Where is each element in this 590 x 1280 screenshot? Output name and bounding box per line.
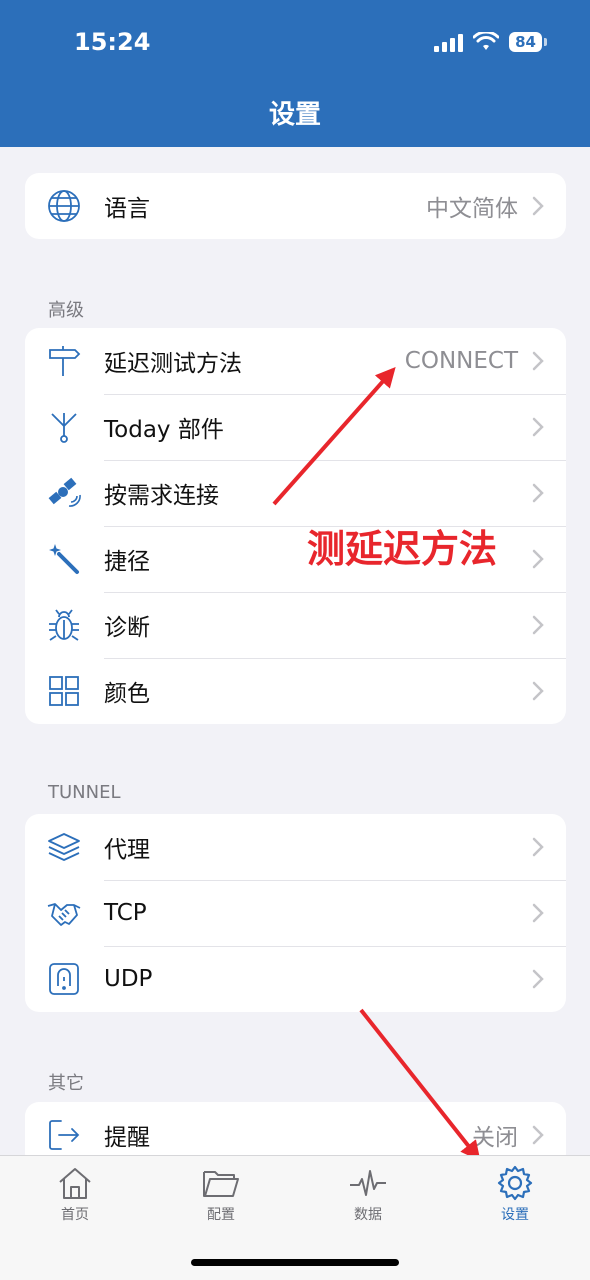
chevron-right-icon <box>532 615 544 635</box>
row-label: TCP <box>104 900 147 926</box>
section-header-other: 其它 <box>48 1073 84 1094</box>
signpost-icon <box>47 344 81 378</box>
tab-data[interactable]: 数据 <box>318 1164 418 1224</box>
exit-icon <box>47 1118 81 1152</box>
row-label: UDP <box>104 966 153 992</box>
grid-icon <box>47 674 81 708</box>
chevron-right-icon <box>532 417 544 437</box>
gear-icon <box>465 1164 565 1202</box>
row-value: CONNECT <box>404 348 518 374</box>
chevron-right-icon <box>532 1125 544 1145</box>
row-label: 提醒 <box>104 1125 150 1151</box>
chevron-right-icon <box>532 549 544 569</box>
row-label: 按需求连接 <box>104 483 219 509</box>
tab-label: 数据 <box>354 1207 382 1223</box>
chevron-right-icon <box>532 351 544 371</box>
page-title: 设置 <box>268 100 321 130</box>
settings-row-latency-test[interactable]: 延迟测试方法 CONNECT <box>25 328 566 394</box>
wifi-icon <box>473 32 500 50</box>
udp-icon <box>47 962 81 996</box>
header-bar: 15:24 84 设置 <box>0 0 590 147</box>
status-icons: 84 <box>434 32 547 52</box>
settings-row-on-demand[interactable]: 按需求连接 <box>25 460 566 526</box>
settings-row-color[interactable]: 颜色 <box>25 658 566 724</box>
folder-icon <box>171 1164 271 1202</box>
section-header-tunnel: TUNNEL <box>48 782 121 803</box>
home-icon <box>25 1164 125 1202</box>
section-header-advanced: 高级 <box>48 300 84 321</box>
settings-row-tcp[interactable]: TCP <box>25 880 566 946</box>
row-value: 关闭 <box>472 1125 518 1151</box>
chevron-right-icon <box>532 483 544 503</box>
annotation-label: 测延迟方法 <box>307 527 498 571</box>
row-label: 语言 <box>104 196 150 222</box>
satellite-icon <box>47 476 81 510</box>
home-indicator <box>191 1259 399 1266</box>
tab-config[interactable]: 配置 <box>171 1164 271 1224</box>
cellular-signal-icon <box>434 32 464 52</box>
row-label: 捷径 <box>104 549 150 575</box>
row-value: 中文简体 <box>426 196 518 222</box>
settings-row-diagnostics[interactable]: 诊断 <box>25 592 566 658</box>
tab-label: 配置 <box>207 1207 235 1223</box>
settings-row-language[interactable]: 语言 中文简体 <box>25 173 566 239</box>
tunnel-card: 代理 TCP UDP <box>25 814 566 1012</box>
row-label: 代理 <box>104 837 150 863</box>
chevron-right-icon <box>532 903 544 923</box>
layers-icon <box>47 830 81 864</box>
row-label: 延迟测试方法 <box>104 351 242 377</box>
bug-icon <box>47 608 81 642</box>
chevron-right-icon <box>532 837 544 857</box>
row-label: 诊断 <box>104 615 150 641</box>
settings-row-udp[interactable]: UDP <box>25 946 566 1012</box>
handshake-icon <box>47 896 81 930</box>
language-card: 语言 中文简体 <box>25 173 566 239</box>
settings-row-today-widget[interactable]: Today 部件 <box>25 394 566 460</box>
globe-icon <box>47 189 81 223</box>
chevron-right-icon <box>532 969 544 989</box>
row-label: Today 部件 <box>104 417 224 443</box>
row-label: 颜色 <box>104 681 150 707</box>
settings-row-proxy[interactable]: 代理 <box>25 814 566 880</box>
chevron-right-icon <box>532 681 544 701</box>
tab-label: 首页 <box>61 1207 89 1223</box>
magic-wand-icon <box>47 542 81 576</box>
chevron-right-icon <box>532 196 544 216</box>
pulse-icon <box>318 1164 418 1202</box>
tab-label: 设置 <box>501 1207 529 1223</box>
status-time: 15:24 <box>74 28 151 56</box>
tab-settings[interactable]: 设置 <box>465 1164 565 1224</box>
battery-indicator: 84 <box>509 32 547 52</box>
fork-icon <box>47 410 81 444</box>
tab-home[interactable]: 首页 <box>25 1164 125 1224</box>
